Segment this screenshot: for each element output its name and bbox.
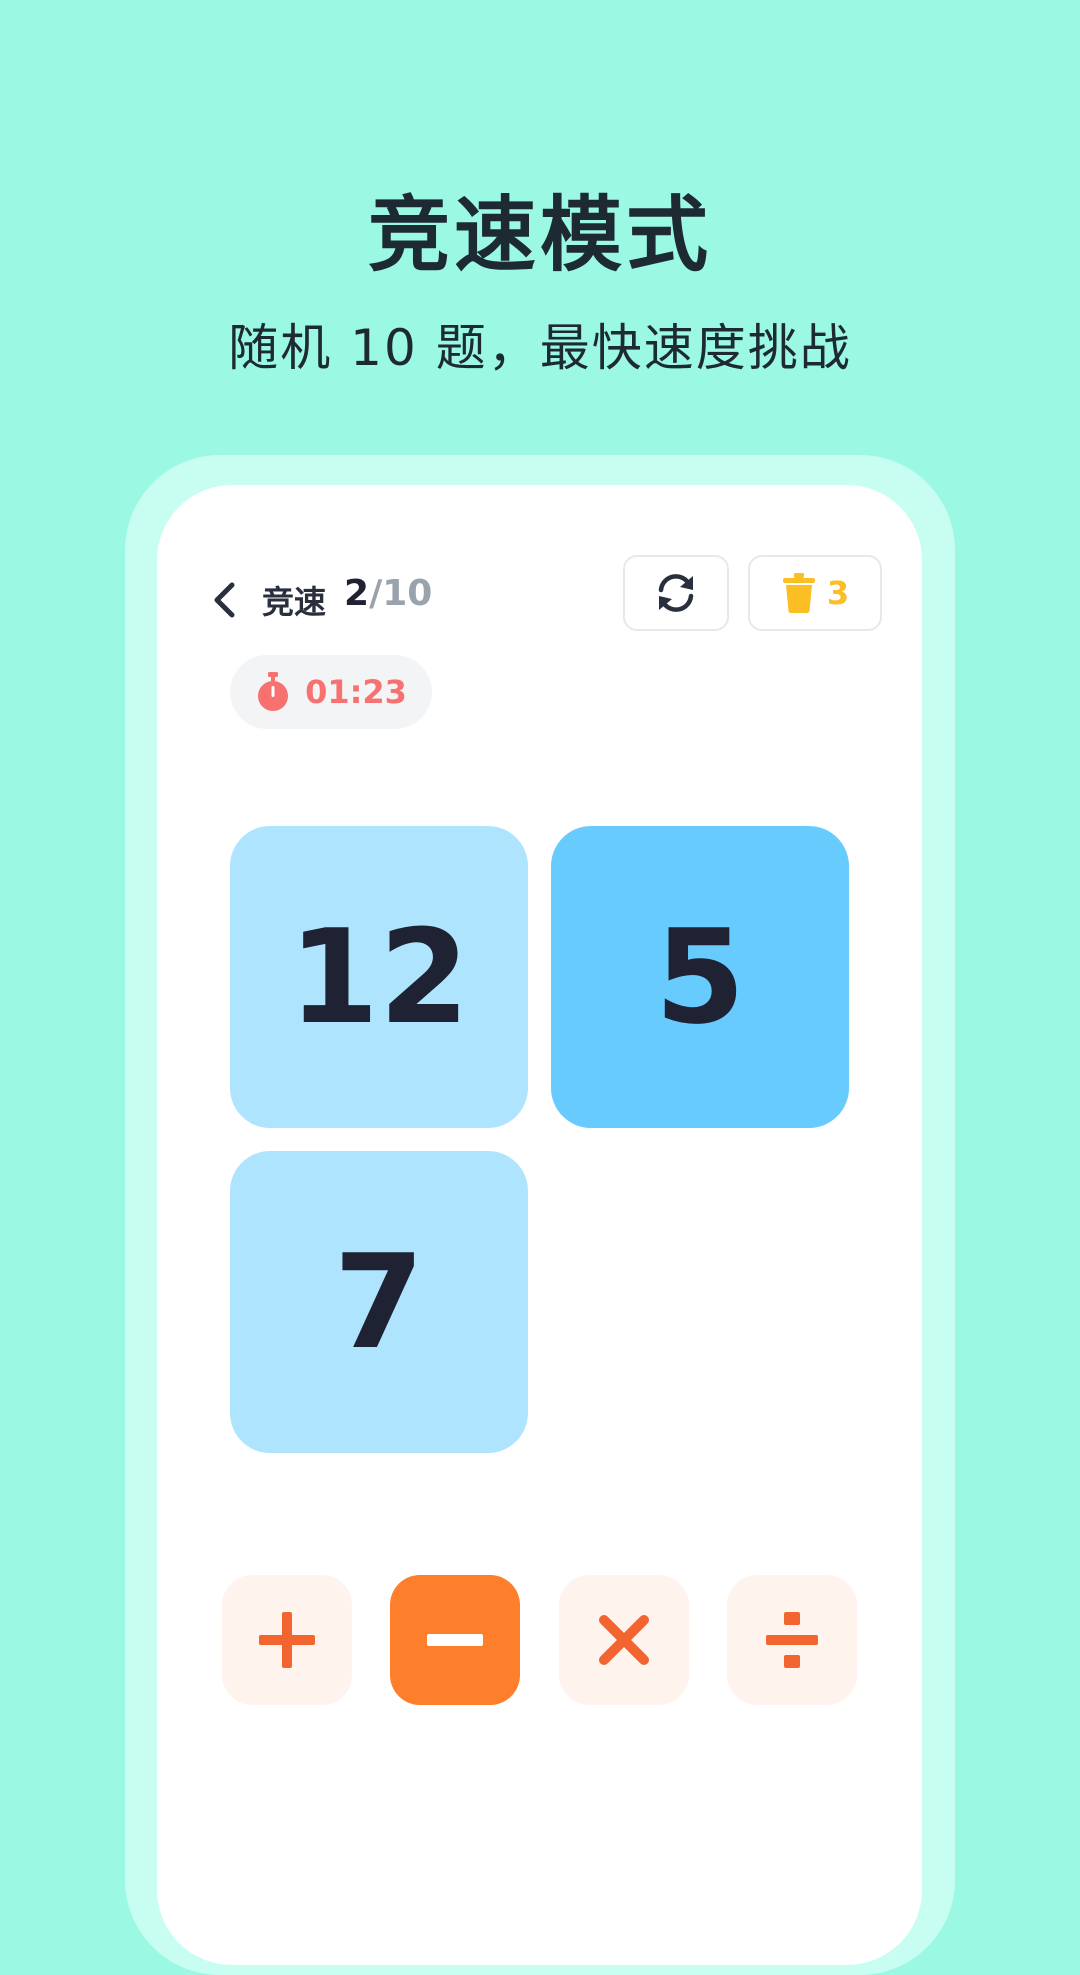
chevron-left-icon [214,582,235,618]
back-button[interactable] [205,575,245,625]
times-button[interactable] [559,1575,689,1705]
divide-icon [766,1612,818,1668]
refresh-button[interactable] [623,555,729,631]
refresh-icon [658,574,694,612]
minus-button[interactable] [390,1575,520,1705]
timer-text: 01:23 [305,673,407,711]
timer-pill: 01:23 [230,655,432,729]
stopwatch-icon [258,672,289,711]
number-card-7[interactable]: 7 [230,1151,528,1453]
trash-button[interactable]: 3 [748,555,882,631]
trash-count: 3 [826,574,850,612]
trash-icon [782,573,815,613]
times-icon [599,1615,649,1665]
mode-label: 竞速 [262,583,327,621]
divide-button[interactable] [727,1575,857,1705]
phone-screen: 竞速 2/10 3 01:23 12 5 7 [157,485,922,1965]
plus-button[interactable] [222,1575,352,1705]
minus-icon [427,1634,483,1646]
promo-title: 竞速模式 [367,188,712,283]
progress-separator: / [369,573,383,614]
plus-icon [259,1612,315,1668]
promo-subtitle: 随机 10 题，最快速度挑战 [228,319,852,377]
question-progress: 2/10 [344,573,432,614]
progress-current: 2 [344,573,370,614]
progress-total: 10 [382,573,433,614]
number-card-12[interactable]: 12 [230,826,528,1128]
number-card-5-selected[interactable]: 5 [551,826,849,1128]
